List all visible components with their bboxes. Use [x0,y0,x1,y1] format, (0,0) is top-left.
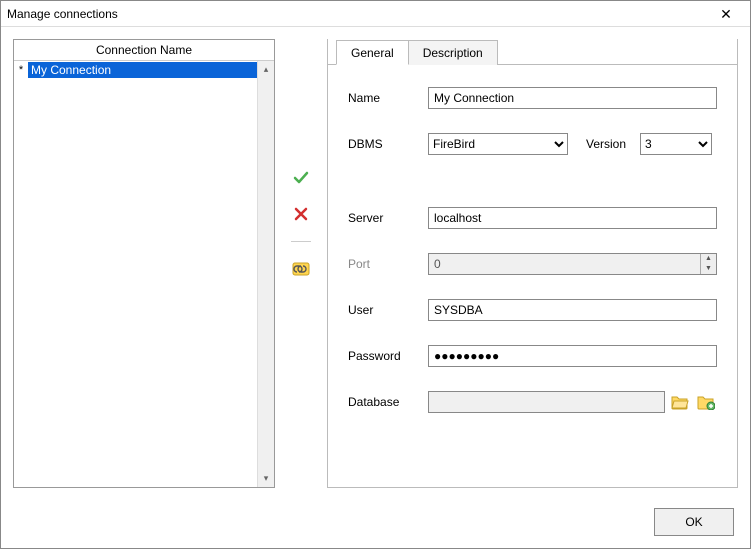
list-item-name: My Connection [28,62,257,78]
port-spin-buttons[interactable]: ▲ ▼ [700,254,716,274]
connection-list-panel: Connection Name * My Connection ▴ ▾ [13,39,275,488]
connection-list[interactable]: * My Connection [14,61,257,487]
ok-button[interactable]: OK [654,508,734,536]
port-field[interactable] [429,254,700,274]
version-label: Version [586,137,626,151]
tab-description[interactable]: Description [408,40,498,65]
details-panel: General Description Name DBMS FireBird V… [327,39,738,488]
server-field[interactable] [428,207,717,229]
delete-button[interactable] [290,203,312,225]
dialog-body: Connection Name * My Connection ▴ ▾ [1,27,750,500]
dbms-label: DBMS [348,137,428,151]
name-field[interactable] [428,87,717,109]
close-button[interactable]: ✕ [708,4,744,24]
version-select[interactable]: 3 [640,133,712,155]
database-label: Database [348,395,428,409]
port-label: Port [348,257,428,271]
scroll-up-button[interactable]: ▴ [258,61,274,78]
list-item[interactable]: * My Connection [14,61,257,79]
dbms-select[interactable]: FireBird [428,133,568,155]
toolbar-separator [291,241,311,242]
check-icon [293,170,309,186]
database-field[interactable] [428,391,665,413]
user-field[interactable] [428,299,717,321]
tab-bar: General Description [328,39,737,65]
action-toolbar [287,39,315,488]
connection-list-area: * My Connection ▴ ▾ [14,61,274,487]
titlebar: Manage connections ✕ [1,1,750,27]
manage-connections-window: Manage connections ✕ Connection Name * M… [0,0,751,549]
link-icon [292,260,310,278]
spin-up-icon[interactable]: ▲ [701,254,716,264]
user-label: User [348,303,428,317]
connection-list-header: Connection Name [14,40,274,61]
connection-list-scrollbar[interactable]: ▴ ▾ [257,61,274,487]
link-button[interactable] [290,258,312,280]
tab-general[interactable]: General [336,40,409,65]
approve-button[interactable] [290,167,312,189]
cross-icon [294,207,308,221]
name-label: Name [348,91,428,105]
folder-plus-icon [697,394,715,410]
dialog-footer: OK [1,500,750,548]
folder-open-icon [671,394,689,410]
port-spinner[interactable]: ▲ ▼ [428,253,717,275]
new-database-button[interactable] [695,391,717,413]
scroll-track[interactable] [258,78,274,470]
window-title: Manage connections [7,7,708,21]
list-item-marker: * [14,64,28,76]
browse-database-button[interactable] [669,391,691,413]
spin-down-icon[interactable]: ▼ [701,264,716,274]
scroll-down-button[interactable]: ▾ [258,470,274,487]
password-label: Password [348,349,428,363]
general-tab-content: Name DBMS FireBird Version 3 [328,65,737,487]
password-field[interactable] [428,345,717,367]
server-label: Server [348,211,428,225]
